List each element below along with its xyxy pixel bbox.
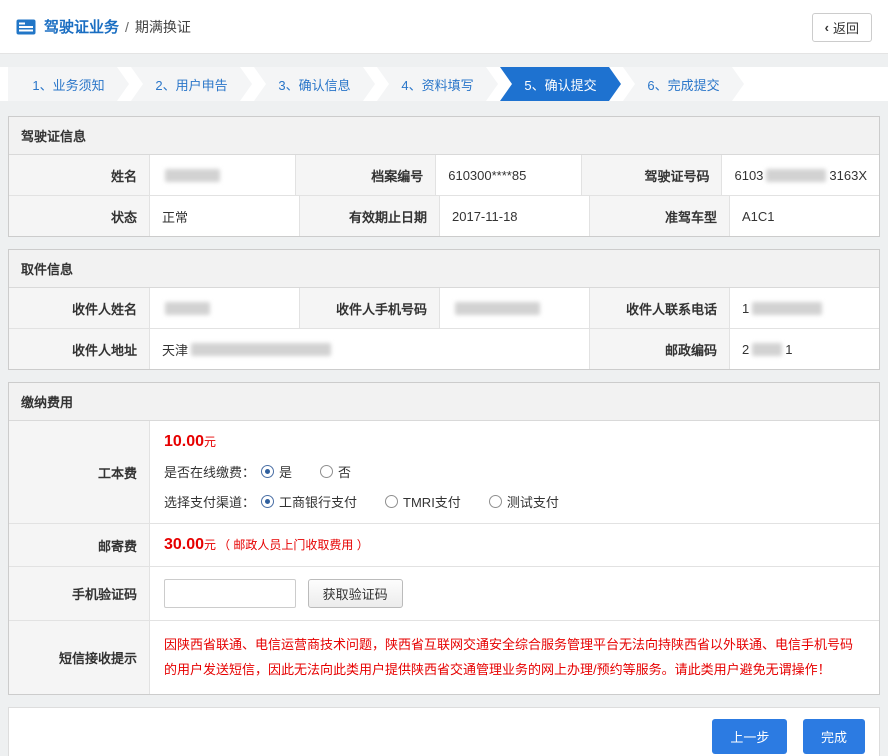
sms-code-input[interactable] xyxy=(164,579,296,608)
sms-tip-text: 因陕西省联通、电信运营商技术问题，陕西省互联网交通安全综合服务管理平台无法向持陕… xyxy=(149,621,879,694)
radio-channel-test[interactable]: 测试支付 xyxy=(489,492,559,511)
license-no-prefix: 6103 xyxy=(734,168,763,183)
online-pay-question: 是否在线缴费： xyxy=(164,462,255,481)
card-fee-content: 10.00元 是否在线缴费： 是 否 选择支付渠道： 工商银行支付 xyxy=(149,421,879,523)
radio-online-pay-yes-label: 是 xyxy=(279,462,292,481)
postal-redacted xyxy=(752,343,782,356)
sms-tip-row: 短信接收提示 因陕西省联通、电信运营商技术问题，陕西省互联网交通安全综合服务管理… xyxy=(9,620,879,694)
back-button-label: 返回 xyxy=(833,18,859,37)
vehicle-type-label: 准驾车型 xyxy=(589,196,729,236)
license-no-label: 驾驶证号码 xyxy=(581,155,721,195)
license-no-suffix: 3163X xyxy=(829,168,867,183)
pickup-info-title: 取件信息 xyxy=(9,250,879,288)
recipient-tel-value: 1 xyxy=(729,288,879,328)
postal-prefix: 2 xyxy=(742,342,749,357)
step-1: 1、业务须知 xyxy=(8,67,129,101)
address-prefix: 天津 xyxy=(162,340,188,359)
file-no-value: 610300****85 xyxy=(435,155,581,195)
radio-channel-tmri[interactable]: TMRI支付 xyxy=(385,492,461,511)
fees-title: 缴纳费用 xyxy=(9,383,879,421)
app-header: 驾驶证业务 / 期满换证 ‹ 返回 xyxy=(0,0,888,54)
step-3: 3、确认信息 xyxy=(254,67,375,101)
finish-button[interactable]: 完成 xyxy=(803,719,865,754)
address-label: 收件人地址 xyxy=(9,329,149,369)
postage-note: （ 邮政人员上门收取费用 ） xyxy=(218,538,369,552)
radio-online-pay-yes[interactable]: 是 xyxy=(261,462,292,481)
postage-amount: 30.00 xyxy=(164,536,204,553)
recipient-tel-redacted xyxy=(752,302,822,315)
radio-selected-icon xyxy=(261,465,274,478)
status-label: 状态 xyxy=(9,196,149,236)
postal-code-value: 21 xyxy=(729,329,879,369)
postal-suffix: 1 xyxy=(785,342,792,357)
license-info-title: 驾驶证信息 xyxy=(9,117,879,155)
name-label: 姓名 xyxy=(9,155,149,195)
radio-channel-tmri-label: TMRI支付 xyxy=(403,492,461,511)
recipient-name-redacted xyxy=(165,302,210,315)
step-5-active: 5、确认提交 xyxy=(500,67,621,101)
page-subtitle: 期满换证 xyxy=(135,17,191,37)
title-separator: / xyxy=(125,19,129,35)
table-row: 收件人姓名 收件人手机号码 收件人联系电话 1 xyxy=(9,288,879,328)
recipient-name-label: 收件人姓名 xyxy=(9,288,149,328)
sms-code-content: 获取验证码 xyxy=(149,567,879,620)
step-6: 6、完成提交 xyxy=(623,67,744,101)
radio-online-pay-no[interactable]: 否 xyxy=(320,462,351,481)
recipient-name-value xyxy=(149,288,299,328)
recipient-mobile-redacted xyxy=(455,302,540,315)
card-fee-amount: 10.00 xyxy=(164,433,204,450)
postage-content: 30.00元（ 邮政人员上门收取费用 ） xyxy=(149,524,879,566)
radio-channel-icbc-label: 工商银行支付 xyxy=(279,492,357,511)
prev-step-button[interactable]: 上一步 xyxy=(712,719,787,754)
license-no-value: 6103 3163X xyxy=(721,155,879,195)
step-2: 2、用户申告 xyxy=(131,67,252,101)
footer-actions: 上一步 完成 xyxy=(8,707,880,756)
name-redacted xyxy=(165,169,220,182)
postage-fee-row: 邮寄费 30.00元（ 邮政人员上门收取费用 ） xyxy=(9,523,879,566)
wizard-steps: 1、业务须知 2、用户申告 3、确认信息 4、资料填写 5、确认提交 6、完成提… xyxy=(0,67,888,101)
status-value: 正常 xyxy=(149,196,299,236)
page-title: 驾驶证业务 xyxy=(44,16,119,37)
postage-label: 邮寄费 xyxy=(9,524,149,566)
channel-question: 选择支付渠道： xyxy=(164,492,255,511)
recipient-mobile-label: 收件人手机号码 xyxy=(299,288,439,328)
expiry-label: 有效期止日期 xyxy=(299,196,439,236)
radio-unselected-icon xyxy=(489,495,502,508)
recipient-tel-prefix: 1 xyxy=(742,301,749,316)
radio-channel-icbc[interactable]: 工商银行支付 xyxy=(261,492,357,511)
pickup-info-section: 取件信息 收件人姓名 收件人手机号码 收件人联系电话 1 收件人地址 天津 邮政… xyxy=(8,249,880,370)
radio-channel-test-label: 测试支付 xyxy=(507,492,559,511)
license-no-redacted xyxy=(766,169,826,182)
postal-code-label: 邮政编码 xyxy=(589,329,729,369)
step-4: 4、资料填写 xyxy=(377,67,498,101)
address-value: 天津 xyxy=(149,329,589,369)
back-button[interactable]: ‹ 返回 xyxy=(812,13,872,42)
card-fee-label: 工本费 xyxy=(9,421,149,523)
back-chevron-icon: ‹ xyxy=(825,20,829,35)
sms-tip-label: 短信接收提示 xyxy=(9,621,149,694)
postage-unit: 元 xyxy=(204,538,216,552)
license-info-section: 驾驶证信息 姓名 档案编号 610300****85 驾驶证号码 6103 316… xyxy=(8,116,880,237)
radio-unselected-icon xyxy=(385,495,398,508)
vehicle-type-value: A1C1 xyxy=(729,196,879,236)
name-value xyxy=(149,155,295,195)
table-row: 收件人地址 天津 邮政编码 21 xyxy=(9,328,879,369)
card-fee-unit: 元 xyxy=(204,435,216,449)
expiry-value: 2017-11-18 xyxy=(439,196,589,236)
radio-online-pay-no-label: 否 xyxy=(338,462,351,481)
license-card-icon xyxy=(16,19,36,35)
sms-code-row: 手机验证码 获取验证码 xyxy=(9,566,879,620)
recipient-mobile-value xyxy=(439,288,589,328)
table-row: 状态 正常 有效期止日期 2017-11-18 准驾车型 A1C1 xyxy=(9,195,879,236)
sms-code-label: 手机验证码 xyxy=(9,567,149,620)
table-row: 姓名 档案编号 610300****85 驾驶证号码 6103 3163X xyxy=(9,155,879,195)
address-redacted xyxy=(191,343,331,356)
recipient-tel-label: 收件人联系电话 xyxy=(589,288,729,328)
get-code-button[interactable]: 获取验证码 xyxy=(308,579,403,608)
radio-unselected-icon xyxy=(320,465,333,478)
card-fee-row: 工本费 10.00元 是否在线缴费： 是 否 选择支付渠道： xyxy=(9,421,879,523)
fees-section: 缴纳费用 工本费 10.00元 是否在线缴费： 是 否 选择支付渠道： xyxy=(8,382,880,695)
radio-selected-icon xyxy=(261,495,274,508)
file-no-label: 档案编号 xyxy=(295,155,435,195)
